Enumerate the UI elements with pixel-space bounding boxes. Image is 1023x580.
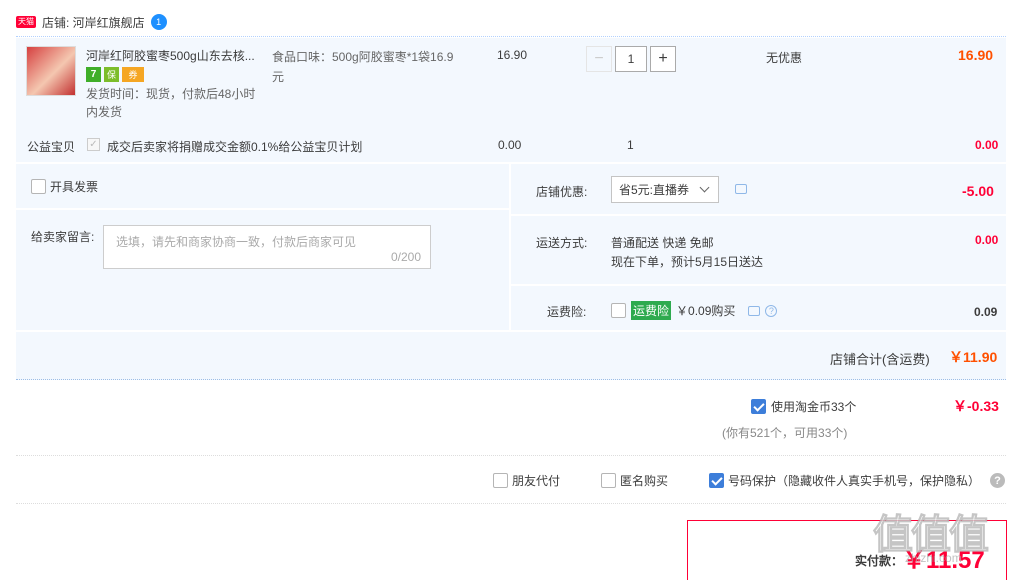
charity-label: 公益宝贝 <box>27 140 76 154</box>
item-discount: 无优惠 <box>766 51 803 65</box>
message-placeholder: 选填，请先和商家协商一致，付款后商家可见 <box>116 235 357 249</box>
qty-input[interactable]: 1 <box>615 46 647 72</box>
unit-price: 16.90 <box>497 48 528 62</box>
coins-amount: ￥-0.33 <box>953 398 999 414</box>
charity-amount: 0.00 <box>975 138 999 152</box>
qty-decrease-button[interactable]: − <box>586 46 612 72</box>
anonymous-option[interactable]: 匿名购买 <box>601 472 668 489</box>
charity-price: 0.00 <box>498 138 522 152</box>
message-counter: 0/200 <box>390 250 421 264</box>
anonymous-label: 匿名购买 <box>620 474 669 488</box>
charity-text: 成交后卖家将捐赠成交金额0.1%给公益宝贝计划 <box>107 140 363 154</box>
shop-discount-amount: -5.00 <box>962 183 994 199</box>
chevron-down-icon <box>699 182 710 193</box>
coins-note: (你有521个，可用33个) <box>722 426 848 440</box>
service-badges: 7 保 券 <box>86 67 144 82</box>
watermark-site: zhizhi.com <box>905 551 962 565</box>
insurance-amount: 0.09 <box>974 305 998 319</box>
coins-label: 使用淘金币33个 <box>771 400 857 414</box>
insurance-tag: 运费险 <box>631 301 672 320</box>
item-subtotal: 16.90 <box>958 47 994 63</box>
help-circle-icon[interactable]: ? <box>765 304 778 317</box>
comment-icon[interactable] <box>735 184 747 194</box>
insurance-label: 运费险: <box>547 305 587 319</box>
invoice-checkbox[interactable] <box>31 179 46 194</box>
comment-icon[interactable] <box>748 305 761 316</box>
options-divider <box>16 503 1006 504</box>
shop-discount-select[interactable]: 省5元:直播券 <box>611 176 719 203</box>
quantity-stepper: − 1 + <box>586 46 676 72</box>
help-icon[interactable]: ? <box>990 473 1005 488</box>
wangwang-badge: 1 <box>156 17 162 27</box>
insurance-price: ￥0.09购买 <box>676 304 736 318</box>
tmall-logo: 天猫 <box>16 16 36 28</box>
number-protect-option[interactable]: 号码保护（隐藏收件人真实手机号，保护隐私） <box>709 472 980 489</box>
insurance-checkbox[interactable] <box>611 303 626 318</box>
shop-total-amount: ￥11.90 <box>949 349 998 365</box>
coins-option[interactable]: 使用淘金币33个 <box>751 398 856 415</box>
anonymous-checkbox[interactable] <box>601 473 616 488</box>
ship-time-text: 发货时间：现货，付款后48小时内发货 <box>86 87 256 119</box>
shop-name-link[interactable]: 店铺: 河岸红旗舰店 <box>42 14 145 31</box>
seven-day-return-icon: 7 <box>86 67 101 82</box>
coins-divider <box>16 455 1006 456</box>
shipping-method: 普通配送 快递 免邮 <box>611 236 714 250</box>
product-thumbnail[interactable] <box>26 46 76 96</box>
qty-increase-button[interactable]: + <box>650 46 676 72</box>
number-protect-label: 号码保护（隐藏收件人真实手机号，保护隐私） <box>728 474 981 488</box>
shipping-amount: 0.00 <box>975 233 999 247</box>
credit-card-icon: 券 <box>122 67 144 82</box>
friend-pay-label: 朋友代付 <box>512 474 561 488</box>
friend-pay-option[interactable]: 朋友代付 <box>493 472 560 489</box>
number-protect-checkbox[interactable] <box>709 473 724 488</box>
shop-header: 天猫 店铺: 河岸红旗舰店 1 <box>16 10 167 34</box>
wangwang-chat-icon[interactable]: 1 <box>150 14 167 30</box>
message-label: 给卖家留言: <box>31 230 95 244</box>
insurance-option[interactable]: 运费险 ￥0.09购买 ? <box>611 301 778 320</box>
shop-discount-label: 店铺优惠: <box>536 185 588 199</box>
sku-text: 食品口味：500g阿胶蜜枣*1袋16.9元 <box>272 50 454 84</box>
invoice-option[interactable]: 开具发票 <box>31 178 98 195</box>
invoice-label: 开具发票 <box>50 180 99 194</box>
header-divider <box>16 36 1006 37</box>
message-input[interactable]: 选填，请先和商家协商一致，付款后商家可见 0/200 <box>103 225 431 269</box>
guarantee-icon: 保 <box>104 67 119 82</box>
charity-qty: 1 <box>627 138 634 152</box>
friend-pay-checkbox[interactable] <box>493 473 508 488</box>
coins-checkbox[interactable] <box>751 399 766 414</box>
charity-checkbox[interactable]: ✓ <box>87 138 100 151</box>
shipping-label: 运送方式: <box>536 236 588 250</box>
shop-discount-selected: 省5元:直播券 <box>619 183 690 197</box>
shop-total-label: 店铺合计(含运费) <box>830 352 930 367</box>
shipping-eta: 现在下单，预计5月15日送达 <box>611 255 764 269</box>
product-title-link[interactable]: 河岸红阿胶蜜枣500g山东去核... <box>86 47 261 64</box>
